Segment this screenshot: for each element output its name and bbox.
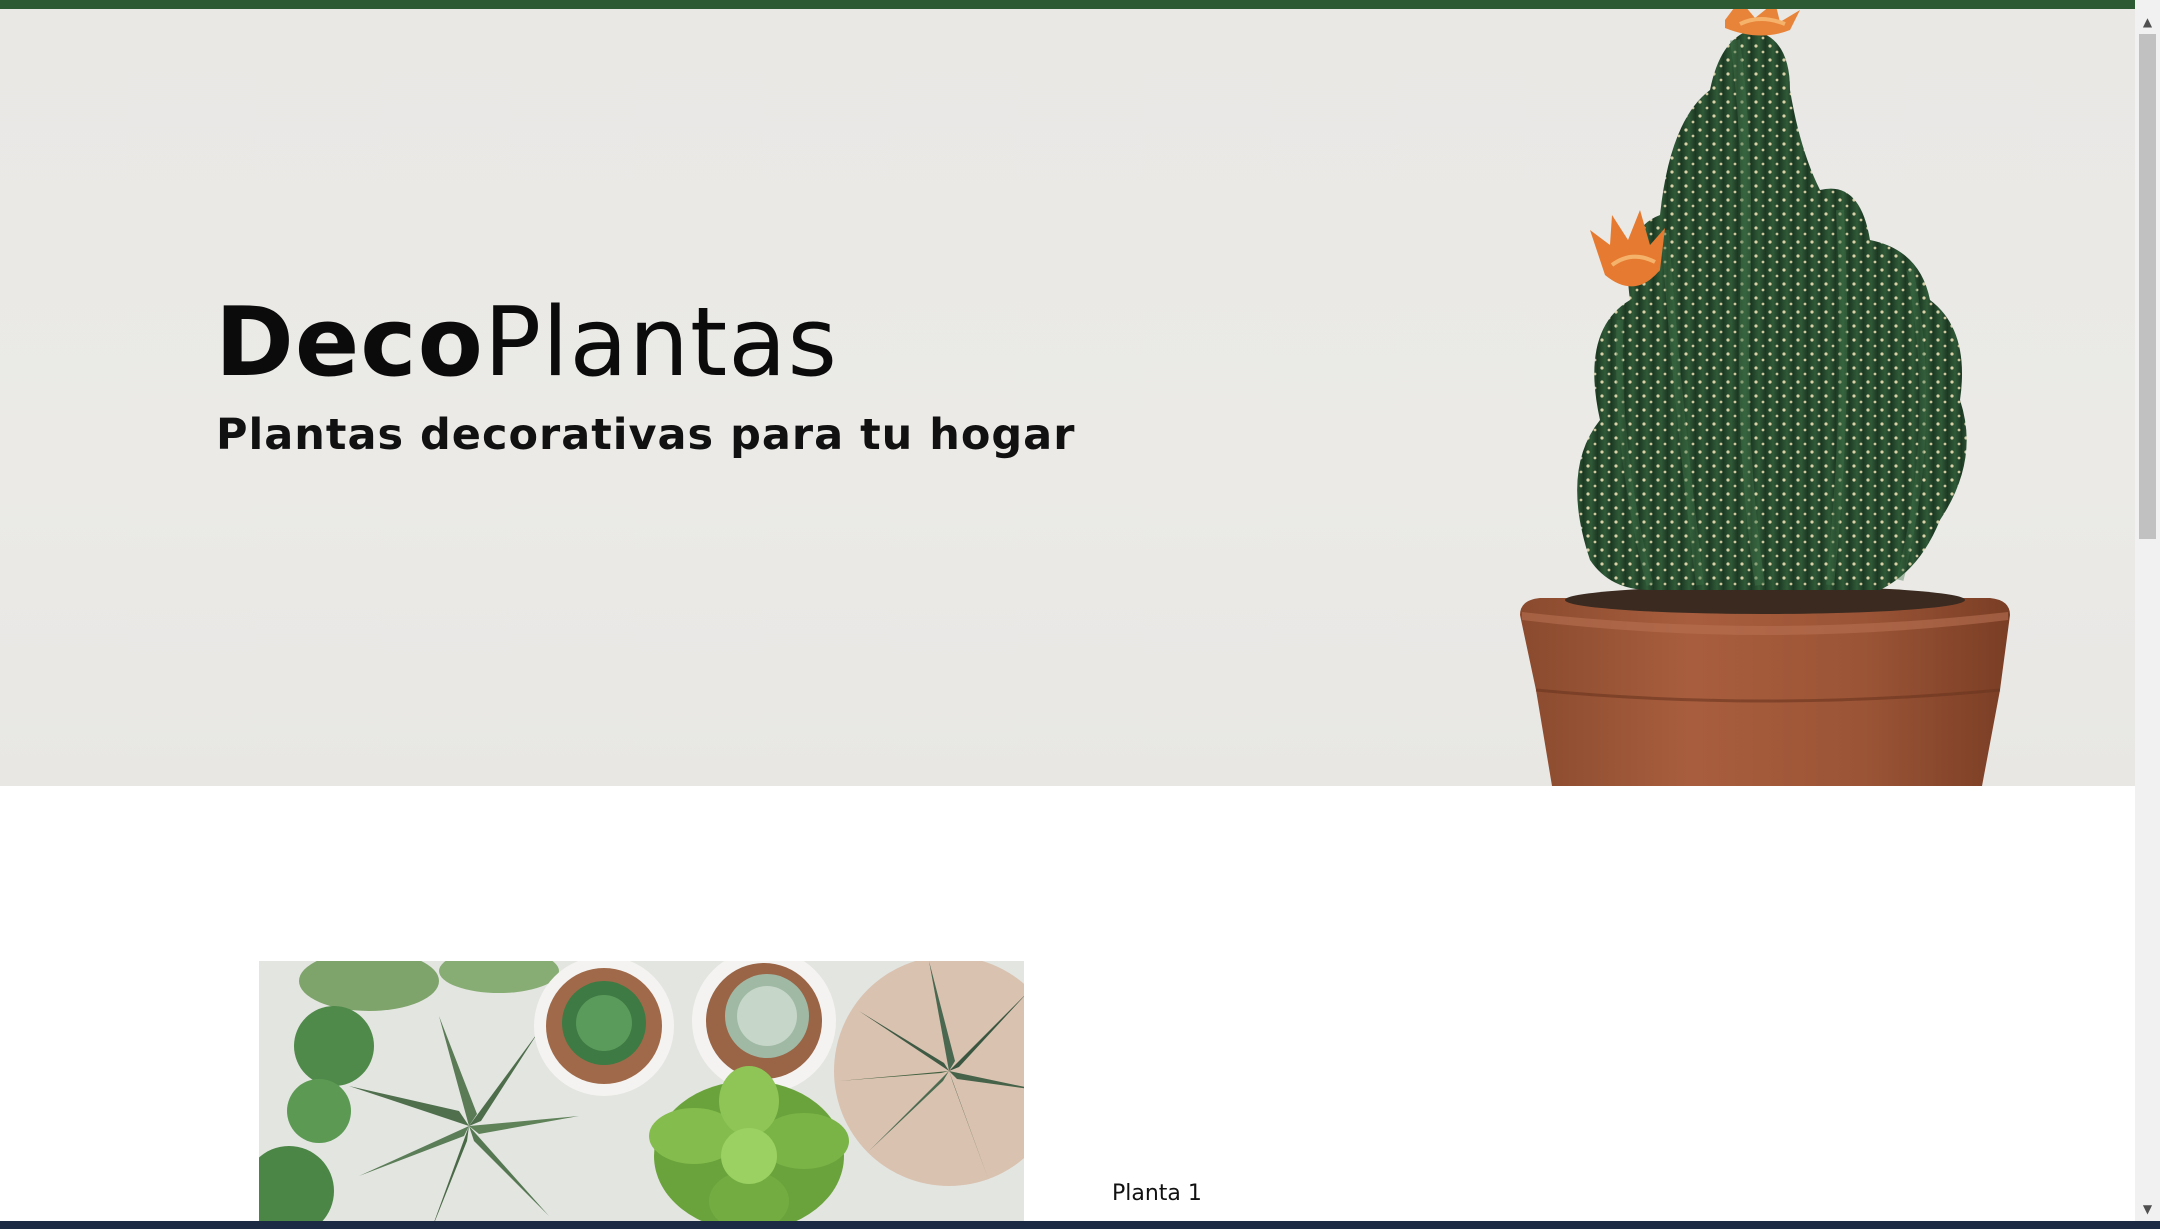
potted-cactus-image bbox=[1520, 9, 2010, 786]
vertical-scrollbar[interactable]: ▲ ▼ bbox=[2135, 0, 2160, 1221]
site-title-regular: Plantas bbox=[483, 287, 838, 398]
taskbar-edge bbox=[0, 1221, 2160, 1229]
product-section: Planta 1 bbox=[0, 786, 2135, 1221]
scrollbar-thumb[interactable] bbox=[2139, 34, 2156, 539]
top-accent-bar bbox=[0, 0, 2135, 9]
site-title: DecoPlantas bbox=[215, 283, 838, 403]
product-image-planta-1[interactable] bbox=[259, 961, 1024, 1221]
site-title-bold: Deco bbox=[215, 287, 484, 398]
site-subtitle: Plantas decorativas para tu hogar bbox=[216, 409, 1076, 460]
chevron-up-icon[interactable]: ▲ bbox=[2135, 9, 2160, 34]
page-viewport: DecoPlantas Plantas decorativas para tu … bbox=[0, 0, 2135, 1221]
cactus-flower-top bbox=[1725, 9, 1800, 36]
hero-banner: DecoPlantas Plantas decorativas para tu … bbox=[0, 9, 2135, 786]
product-label-planta-1: Planta 1 bbox=[1112, 1181, 1202, 1206]
chevron-down-icon[interactable]: ▼ bbox=[2135, 1196, 2160, 1221]
succulents-top-view-image bbox=[259, 961, 1024, 1221]
